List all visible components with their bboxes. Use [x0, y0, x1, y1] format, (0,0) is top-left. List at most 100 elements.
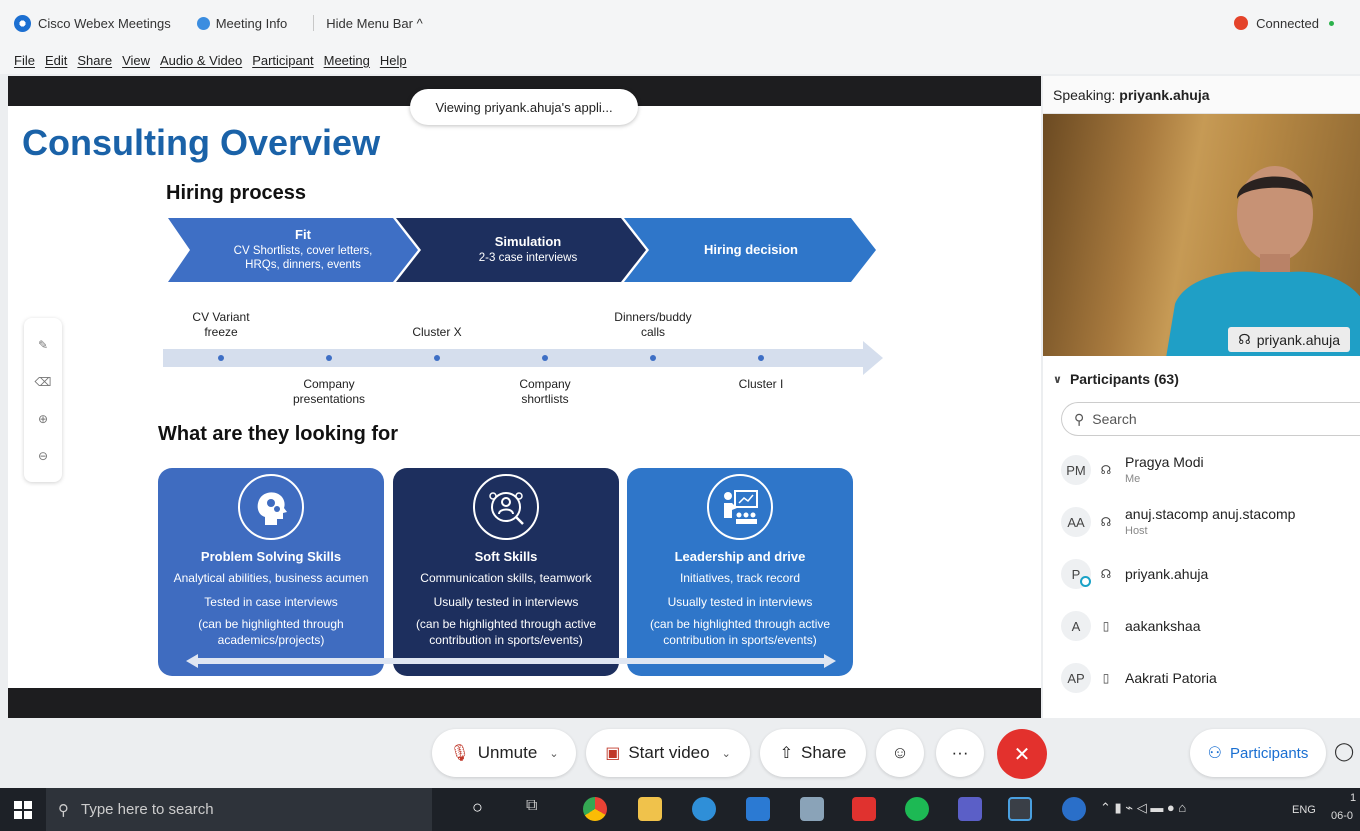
slide-title: Consulting Overview — [22, 122, 381, 163]
connection-status[interactable]: Connected — [1234, 16, 1334, 31]
language-indicator[interactable]: ENG — [1292, 804, 1316, 816]
headset-icon: ☊ — [1100, 515, 1112, 529]
annotation-toolbar: ✎ ⌫ ⊕ ⊖ — [24, 318, 62, 482]
menu-view[interactable]: View — [122, 53, 150, 68]
participants-icon: ⚇ — [1207, 745, 1222, 762]
participants-button[interactable]: ⚇ Participants — [1190, 729, 1326, 777]
file-explorer-icon[interactable] — [638, 797, 662, 821]
start-video-label: Start video — [628, 743, 710, 762]
annotate-icon[interactable]: ✎ — [38, 338, 48, 352]
stage-simulation-title: Simulation — [494, 234, 562, 250]
more-options-button[interactable]: ··· — [936, 729, 984, 777]
timeline-company-presentations: Company presentations — [293, 377, 365, 407]
avatar: AA — [1061, 507, 1091, 537]
card-soft-skills: Soft Skills Communication skills, teamwo… — [393, 468, 619, 676]
stage-fit-desc2: HRQs, dinners, events — [245, 259, 361, 272]
edge-icon[interactable] — [692, 797, 716, 821]
menu-participant[interactable]: Participant — [252, 53, 313, 68]
app-title[interactable]: Cisco Webex Meetings — [14, 14, 171, 32]
eraser-icon[interactable]: ⌫ — [35, 375, 52, 389]
search-placeholder: Search — [1092, 411, 1137, 427]
share-label: Share — [801, 743, 847, 762]
speaker-silhouette — [1166, 166, 1360, 356]
store-icon[interactable] — [746, 797, 770, 821]
avatar: AP — [1061, 663, 1091, 693]
right-panel: Speaking: priyank.ahuja ☊ priyank.ahuja … — [1043, 76, 1360, 718]
cortana-icon[interactable]: ○ — [472, 797, 496, 821]
tray-icons[interactable]: ⌃ ▮ ⌁ ◁ ▬ ● ⌂ — [1100, 800, 1186, 816]
card-line: Usually tested in interviews — [433, 595, 579, 609]
avatar: P — [1061, 559, 1091, 589]
tray-app-icon[interactable] — [1062, 797, 1086, 821]
card-line: Analytical abilities, business acumen — [173, 571, 369, 585]
menu-meeting[interactable]: Meeting — [324, 53, 370, 68]
clock-date: 06-0 — [1331, 810, 1354, 822]
taskbar-search[interactable]: ⚲ Type here to search — [46, 788, 432, 831]
menu-audio-video[interactable]: Audio & Video — [160, 53, 242, 68]
end-meeting-button[interactable]: ✕ — [997, 729, 1047, 779]
hiring-heading: Hiring process — [166, 182, 307, 204]
participant-row[interactable]: AP ▯ Aakrati Patoria — [1043, 652, 1360, 704]
participant-role: Host — [1125, 525, 1148, 538]
participants-count: Participants (63) — [1069, 371, 1179, 387]
chrome-icon[interactable] — [583, 797, 607, 821]
menu-file[interactable]: File — [14, 53, 35, 68]
timeline-label: Cluster X — [412, 325, 462, 339]
task-view-icon[interactable]: ⧉ — [526, 797, 550, 821]
video-name: priyank.ahuja — [1256, 331, 1340, 348]
participants-header[interactable]: ∨ Participants (63) — [1043, 356, 1360, 402]
participant-name: aakankshaa — [1125, 617, 1201, 634]
app-icon[interactable] — [852, 797, 876, 821]
card-line: Tested in case interviews — [204, 595, 338, 609]
menu-help[interactable]: Help — [380, 53, 407, 68]
zoom-in-icon[interactable]: ⊕ — [38, 412, 48, 426]
zoom-out-icon[interactable]: ⊖ — [38, 449, 48, 463]
unmute-button[interactable]: 🎙 Unmute ⌄ — [432, 729, 576, 777]
menu-edit[interactable]: Edit — [45, 53, 67, 68]
presenter-icon — [707, 474, 773, 540]
stage-hiring-decision: Hiring decision — [651, 218, 851, 282]
stage-simulation-desc1: 2-3 case interviews — [478, 251, 578, 264]
meeting-info-label: Meeting Info — [215, 15, 288, 31]
card-line: Communication skills, teamwork — [420, 571, 592, 585]
participant-row[interactable]: AA ☊ anuj.stacomp anuj.stacomp Host — [1043, 496, 1360, 548]
participant-row[interactable]: A ▯ aakankshaa — [1043, 600, 1360, 652]
notes-icon[interactable] — [800, 797, 824, 821]
avatar: PM — [1061, 455, 1091, 485]
card-title: Problem Solving Skills — [200, 549, 342, 564]
timeline-label: Company — [519, 377, 571, 391]
menu-share[interactable]: Share — [77, 53, 112, 68]
start-video-button[interactable]: ▣ Start video ⌄ — [586, 729, 750, 777]
card-line: (can be highlighted through academics/pr… — [198, 617, 344, 648]
chat-icon[interactable]: ◯ — [1334, 741, 1360, 765]
participants-search[interactable]: ⚲ Search — [1061, 402, 1360, 436]
mic-muted-icon: 🎙 — [449, 745, 470, 762]
speaker-video[interactable]: ☊ priyank.ahuja — [1043, 114, 1360, 356]
timeline-label: CV Variant — [192, 310, 250, 324]
card-leadership: Leadership and drive Initiatives, track … — [627, 468, 853, 676]
chevron-down-icon[interactable]: ⌄ — [549, 747, 558, 760]
participant-row[interactable]: P ☊ priyank.ahuja — [1043, 548, 1360, 600]
emoji-icon: ☺ — [891, 743, 909, 762]
looking-heading: What are they looking for — [158, 423, 399, 445]
webex-taskbar-icon[interactable] — [1008, 797, 1032, 821]
windows-start-icon[interactable] — [0, 800, 46, 819]
meeting-controls: 🎙 Unmute ⌄ ▣ Start video ⌄ ⇧ Share ☺ ···… — [0, 718, 1360, 788]
divider — [313, 15, 315, 31]
teams-icon[interactable] — [958, 797, 982, 821]
search-icon: ⚲ — [58, 801, 69, 819]
reactions-button[interactable]: ☺ — [876, 729, 924, 777]
more-icon: ··· — [951, 743, 969, 762]
viewing-banner[interactable]: Viewing priyank.ahuja's appli... — [410, 89, 638, 125]
hide-menu-bar-button[interactable]: Hide Menu Bar ^ — [326, 16, 422, 31]
speaking-label: Speaking: — [1053, 86, 1116, 103]
stage-fit-desc1: CV Shortlists, cover letters, — [233, 244, 373, 257]
participant-row[interactable]: PM ☊ Pragya Modi Me — [1043, 444, 1360, 496]
unmute-label: Unmute — [477, 743, 538, 762]
spotify-icon[interactable] — [905, 797, 929, 821]
meeting-info-button[interactable]: Meeting Info — [196, 15, 288, 31]
speaking-name: priyank.ahuja — [1119, 86, 1210, 103]
chevron-down-icon[interactable]: ⌄ — [722, 747, 731, 760]
share-button[interactable]: ⇧ Share — [760, 729, 866, 777]
avatar-initials: P — [1071, 566, 1081, 582]
